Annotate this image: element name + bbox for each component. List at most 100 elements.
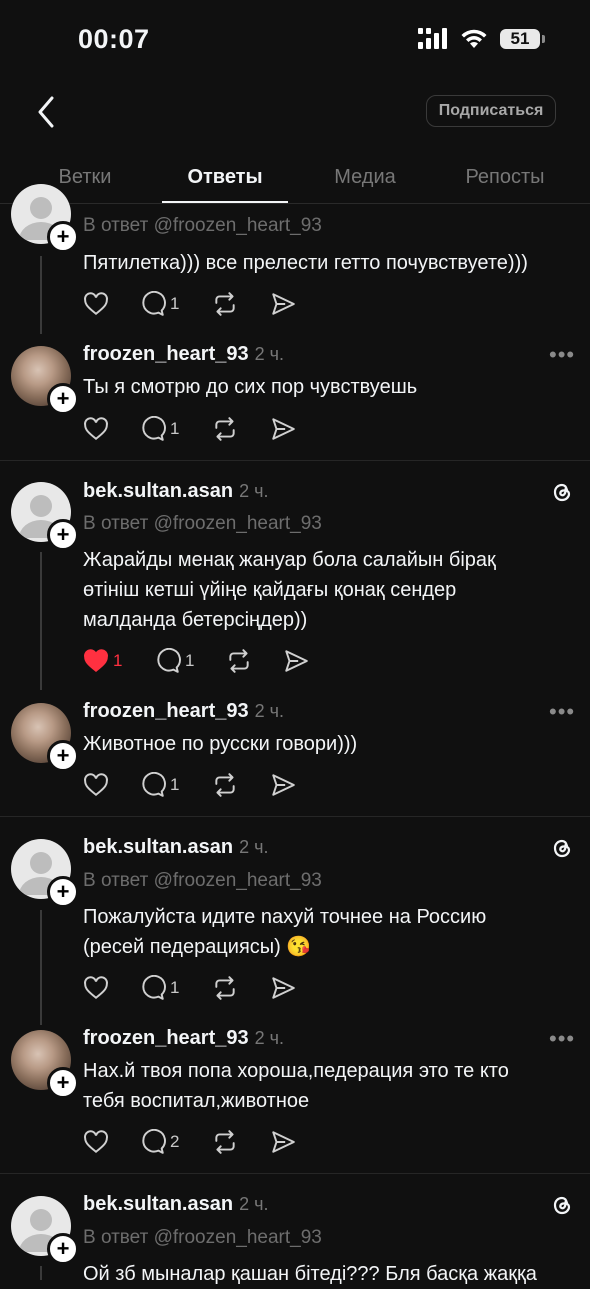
like-button[interactable] <box>83 291 109 317</box>
share-button[interactable] <box>270 416 296 442</box>
reply-count: 2 <box>170 1132 180 1151</box>
cellular-signal-icon <box>418 28 447 49</box>
comment-icon <box>142 772 166 797</box>
post-time: 2 ч. <box>254 1028 285 1048</box>
post-text: Пожалуйста идите nахуй точнее на Россию … <box>83 902 573 962</box>
comment-icon <box>157 648 181 673</box>
post-text: Животное по русски говори))) <box>83 733 358 755</box>
threads-logo-icon[interactable] <box>549 1192 575 1218</box>
wifi-icon <box>461 29 487 48</box>
like-button[interactable] <box>83 772 109 798</box>
repost-button[interactable] <box>212 772 238 798</box>
repost-icon <box>229 649 249 673</box>
post-text-line: тебя воспитал,животное <box>83 1090 310 1112</box>
tab-reposts[interactable]: Репосты <box>450 166 560 189</box>
repost-button[interactable] <box>212 291 238 317</box>
repost-button[interactable] <box>212 1129 238 1155</box>
share-button[interactable] <box>270 1129 296 1155</box>
send-icon <box>272 293 295 315</box>
follow-plus-icon[interactable]: + <box>47 1233 79 1265</box>
like-button[interactable]: 1 <box>83 648 122 674</box>
post-text: Нах.й твоя попа хороша,педерация это те … <box>83 1056 573 1116</box>
reply-to-label: В ответ @froozen_heart_93 <box>83 215 322 236</box>
post-time: 2 ч. <box>239 481 269 501</box>
reply-count: 1 <box>170 775 180 794</box>
reply-button[interactable]: 1 <box>155 648 194 674</box>
like-button[interactable] <box>83 1129 109 1155</box>
repost-icon <box>215 417 235 441</box>
comment-icon <box>142 416 166 441</box>
repost-icon <box>215 1130 235 1154</box>
heart-icon <box>84 292 108 315</box>
repost-button[interactable] <box>226 648 252 674</box>
tab-threads[interactable]: Ветки <box>40 166 130 189</box>
more-options-icon[interactable]: ••• <box>549 1026 575 1052</box>
heart-filled-icon <box>84 649 108 672</box>
active-tab-indicator <box>162 201 288 203</box>
comment-icon <box>142 291 166 316</box>
repost-button[interactable] <box>212 975 238 1001</box>
thread-line <box>40 910 42 1025</box>
follow-plus-icon[interactable]: + <box>47 1067 79 1099</box>
post-time: 2 ч. <box>254 344 285 364</box>
follow-plus-icon[interactable]: + <box>47 519 79 551</box>
tab-replies[interactable]: Ответы <box>162 166 288 189</box>
follow-plus-icon[interactable]: + <box>47 876 79 908</box>
post-text: Жарайды менақ жануар бола салайын бірақ … <box>83 545 573 635</box>
threads-logo-icon[interactable] <box>549 479 575 505</box>
share-button[interactable] <box>283 648 309 674</box>
status-time: 00:07 <box>78 24 150 54</box>
post-username[interactable]: bek.sultan.asan 2 ч. <box>83 1193 268 1216</box>
post-username[interactable]: froozen_heart_93 2 ч. <box>83 1027 284 1050</box>
back-button[interactable] <box>30 92 66 132</box>
post-text-line: Пожалуйста идите nахуй точнее на Россию <box>83 906 487 928</box>
status-icons: 51 <box>418 28 545 50</box>
heart-icon <box>84 1130 108 1153</box>
repost-icon <box>215 292 235 316</box>
threads-logo-icon[interactable] <box>549 835 575 861</box>
reply-button[interactable]: 1 <box>140 772 179 798</box>
share-button[interactable] <box>270 772 296 798</box>
post-username[interactable]: bek.sultan.asan 2 ч. <box>83 480 268 503</box>
send-icon <box>272 418 295 440</box>
more-options-icon[interactable]: ••• <box>549 699 575 725</box>
share-button[interactable] <box>270 975 296 1001</box>
send-icon <box>285 650 308 672</box>
like-button[interactable] <box>83 416 109 442</box>
post-username[interactable]: froozen_heart_93 2 ч. <box>83 700 284 723</box>
post-time: 2 ч. <box>239 1194 269 1214</box>
repost-icon <box>215 773 235 797</box>
reply-button[interactable]: 2 <box>140 1129 179 1155</box>
reply-button[interactable]: 1 <box>140 975 179 1001</box>
follow-plus-icon[interactable]: + <box>47 740 79 772</box>
post-username[interactable]: bek.sultan.asan 2 ч. <box>83 836 268 859</box>
repost-button[interactable] <box>212 416 238 442</box>
post-time: 2 ч. <box>254 701 285 721</box>
heart-icon <box>84 976 108 999</box>
share-button[interactable] <box>270 291 296 317</box>
follow-plus-icon[interactable]: + <box>47 383 79 415</box>
post-divider <box>0 1173 590 1174</box>
post-text-line: Жарайды менақ жануар бола салайын бірақ <box>83 549 496 571</box>
send-icon <box>272 977 295 999</box>
tab-media[interactable]: Медиа <box>315 166 415 189</box>
reply-count: 1 <box>170 419 180 438</box>
send-icon <box>272 774 295 796</box>
reply-button[interactable]: 1 <box>140 291 179 317</box>
post-time: 2 ч. <box>239 837 269 857</box>
reply-to-label: В ответ @froozen_heart_93 <box>83 870 322 891</box>
thread-line <box>40 552 42 690</box>
comment-icon <box>142 975 166 1000</box>
more-options-icon[interactable]: ••• <box>549 342 575 368</box>
like-button[interactable] <box>83 975 109 1001</box>
subscribe-button[interactable]: Подписаться <box>426 95 556 127</box>
comment-icon <box>142 1129 166 1154</box>
post-text-line: өтініш кетші үйіңе қайдағы қонақ сендер <box>83 579 457 601</box>
reply-count: 1 <box>185 651 195 670</box>
reply-to-label: В ответ @froozen_heart_93 <box>83 1227 322 1248</box>
post-text-line: Нах.й твоя попа хороша,педерация это те … <box>83 1060 509 1082</box>
follow-plus-icon[interactable]: + <box>47 221 79 253</box>
post-divider <box>0 460 590 461</box>
post-username[interactable]: froozen_heart_93 2 ч. <box>83 343 284 366</box>
reply-button[interactable]: 1 <box>140 416 179 442</box>
